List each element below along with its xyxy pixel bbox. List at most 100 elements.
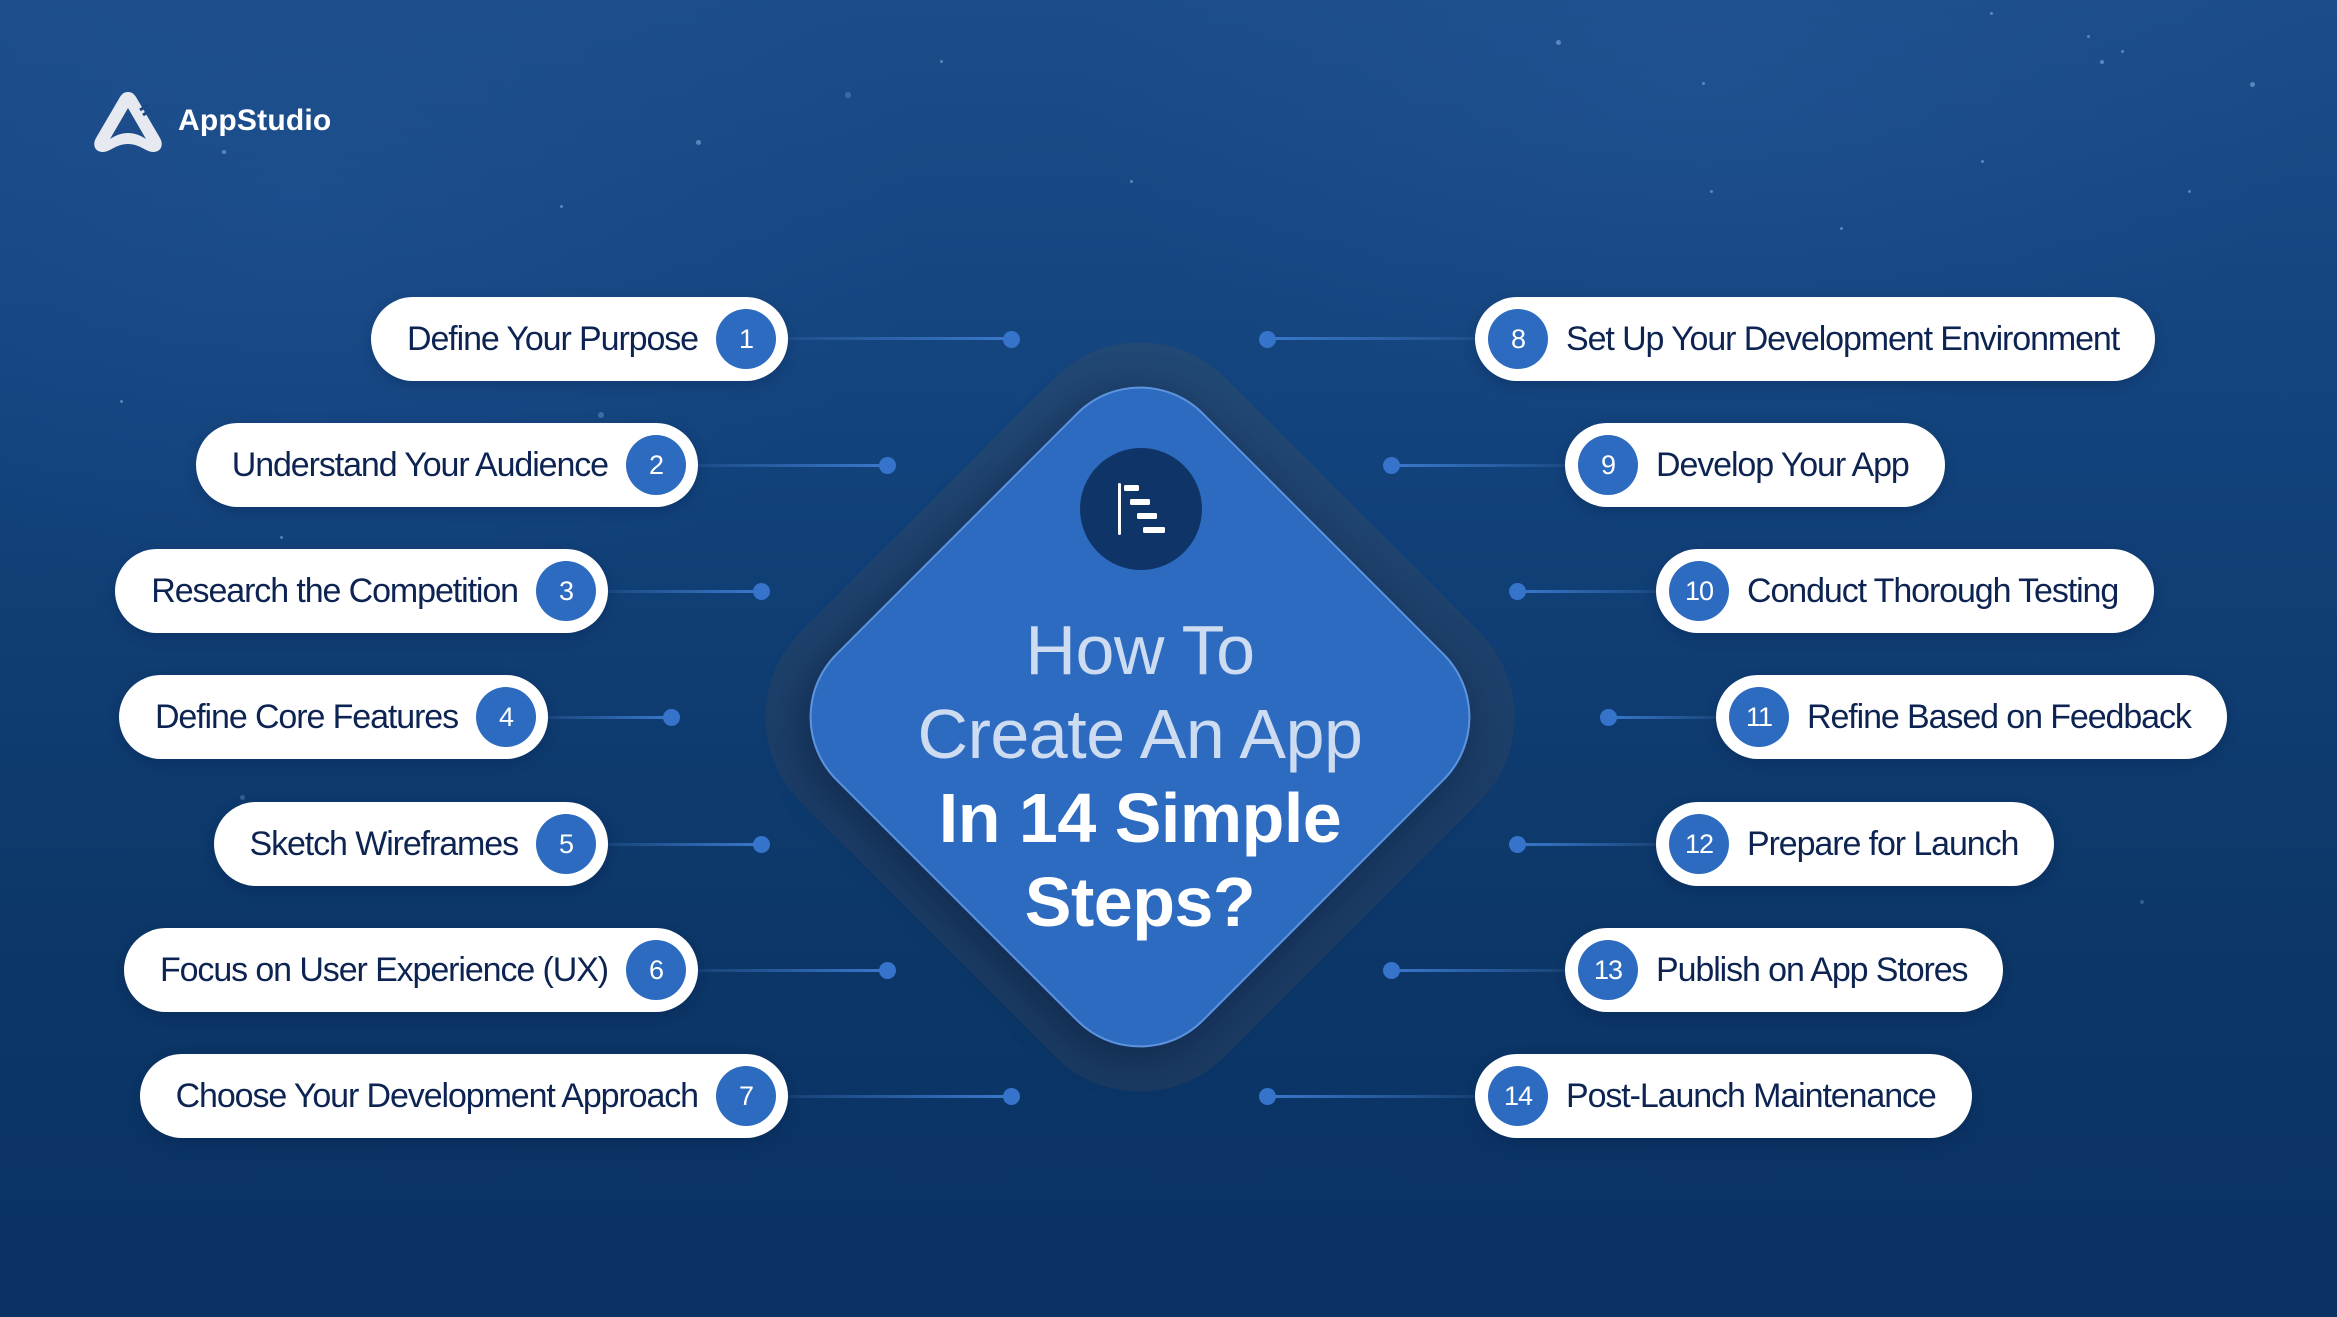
connector-line-12 [1517, 843, 1656, 846]
step-9: 9 Develop Your App [1565, 423, 1945, 507]
star [1556, 40, 1561, 45]
step-7: Choose Your Development Approach 7 [139, 1054, 788, 1138]
step-number-badge: 2 [626, 435, 686, 495]
step-number-badge: 13 [1578, 940, 1638, 1000]
connector-line-2 [698, 464, 887, 467]
step-number-badge: 1 [716, 309, 776, 369]
connector-dot-12 [1508, 835, 1526, 853]
star [2087, 35, 2090, 38]
step-number-badge: 5 [536, 814, 596, 874]
star [1840, 227, 1843, 230]
star [940, 60, 943, 63]
step-number-badge: 9 [1578, 435, 1638, 495]
connector-dot-7 [1002, 1087, 1020, 1105]
step-number-badge: 3 [536, 561, 596, 621]
connector-line-3 [608, 590, 760, 593]
step-label: Research the Competition [151, 571, 519, 610]
step-label: Choose Your Development Approach [175, 1076, 700, 1115]
step-label: Define Your Purpose [407, 319, 699, 358]
step-label: Refine Based on Feedback [1807, 697, 2192, 736]
star [1990, 12, 1993, 15]
step-8: 8 Set Up Your Development Environment [1475, 297, 2156, 381]
step-1: Define Your Purpose 1 [371, 297, 788, 381]
connector-line-6 [698, 969, 887, 972]
step-label: Conduct Thorough Testing [1747, 571, 2119, 610]
step-label: Set Up Your Development Environment [1566, 319, 2120, 358]
step-2: Understand Your Audience 2 [195, 423, 698, 507]
title-line-3: In 14 Simple [938, 779, 1342, 857]
connector-line-7 [788, 1095, 1010, 1098]
star [1702, 82, 1705, 85]
star [2250, 82, 2255, 87]
title-line-1: How To [1025, 611, 1255, 689]
connector-dot-2 [878, 456, 896, 474]
step-label: Develop Your App [1656, 445, 1910, 484]
star [2121, 50, 2124, 53]
connector-dot-14 [1258, 1087, 1276, 1105]
connector-line-14 [1267, 1095, 1475, 1098]
connector-dot-5 [752, 835, 770, 853]
step-11: 11 Refine Based on Feedback [1716, 675, 2227, 759]
step-4: Define Core Features 4 [118, 675, 548, 759]
connector-line-11 [1608, 716, 1716, 719]
connector-line-10 [1517, 590, 1656, 593]
step-number-badge: 8 [1488, 309, 1548, 369]
connector-dot-3 [752, 582, 770, 600]
star [696, 140, 701, 145]
step-number-badge: 11 [1729, 687, 1789, 747]
star [1981, 160, 1984, 163]
star [845, 92, 851, 98]
star [222, 150, 226, 154]
step-14: 14 Post-Launch Maintenance [1475, 1054, 1972, 1138]
connector-dot-1 [1002, 330, 1020, 348]
step-label: Focus on User Experience (UX) [159, 950, 609, 989]
connector-dot-13 [1382, 961, 1400, 979]
connector-line-1 [788, 337, 1010, 340]
star [280, 536, 283, 539]
appstudio-logo-icon [88, 86, 168, 158]
steps-gantt-icon [1080, 448, 1202, 570]
brand-name: AppStudio [178, 104, 332, 137]
step-number-badge: 6 [626, 940, 686, 1000]
connector-line-9 [1391, 464, 1565, 467]
step-13: 13 Publish on App Stores [1565, 928, 2004, 1012]
title-line-4: Steps? [1024, 863, 1256, 941]
step-12: 12 Prepare for Launch [1656, 802, 2055, 886]
title-line-2: Create An App [917, 695, 1363, 773]
step-5: Sketch Wireframes 5 [213, 802, 608, 886]
star [1130, 180, 1133, 183]
step-10: 10 Conduct Thorough Testing [1656, 549, 2155, 633]
star [120, 400, 123, 403]
center-title: How To Create An App In 14 Simple Steps? [840, 608, 1440, 944]
step-label: Publish on App Stores [1656, 950, 1969, 989]
connector-line-8 [1267, 337, 1475, 340]
star [1710, 190, 1713, 193]
connector-dot-4 [662, 708, 680, 726]
step-number-badge: 10 [1669, 561, 1729, 621]
step-label: Sketch Wireframes [249, 824, 520, 863]
step-label: Prepare for Launch [1747, 824, 2019, 863]
step-label: Post-Launch Maintenance [1566, 1076, 1937, 1115]
step-number-badge: 14 [1488, 1066, 1548, 1126]
star [560, 205, 563, 208]
connector-dot-9 [1382, 456, 1400, 474]
connector-line-4 [548, 716, 671, 719]
star [2140, 900, 2144, 904]
connector-dot-10 [1508, 582, 1526, 600]
connector-dot-6 [878, 961, 896, 979]
connector-dot-11 [1599, 708, 1617, 726]
step-number-badge: 7 [716, 1066, 776, 1126]
connector-line-13 [1391, 969, 1565, 972]
connector-line-5 [608, 843, 760, 846]
star [598, 412, 604, 418]
step-3: Research the Competition 3 [115, 549, 608, 633]
step-label: Define Core Features [154, 697, 459, 736]
step-label: Understand Your Audience [231, 445, 609, 484]
step-6: Focus on User Experience (UX) 6 [123, 928, 698, 1012]
star [240, 795, 245, 800]
star [2188, 190, 2191, 193]
connector-dot-8 [1258, 330, 1276, 348]
star [2100, 60, 2104, 64]
step-number-badge: 4 [476, 687, 536, 747]
step-number-badge: 12 [1669, 814, 1729, 874]
